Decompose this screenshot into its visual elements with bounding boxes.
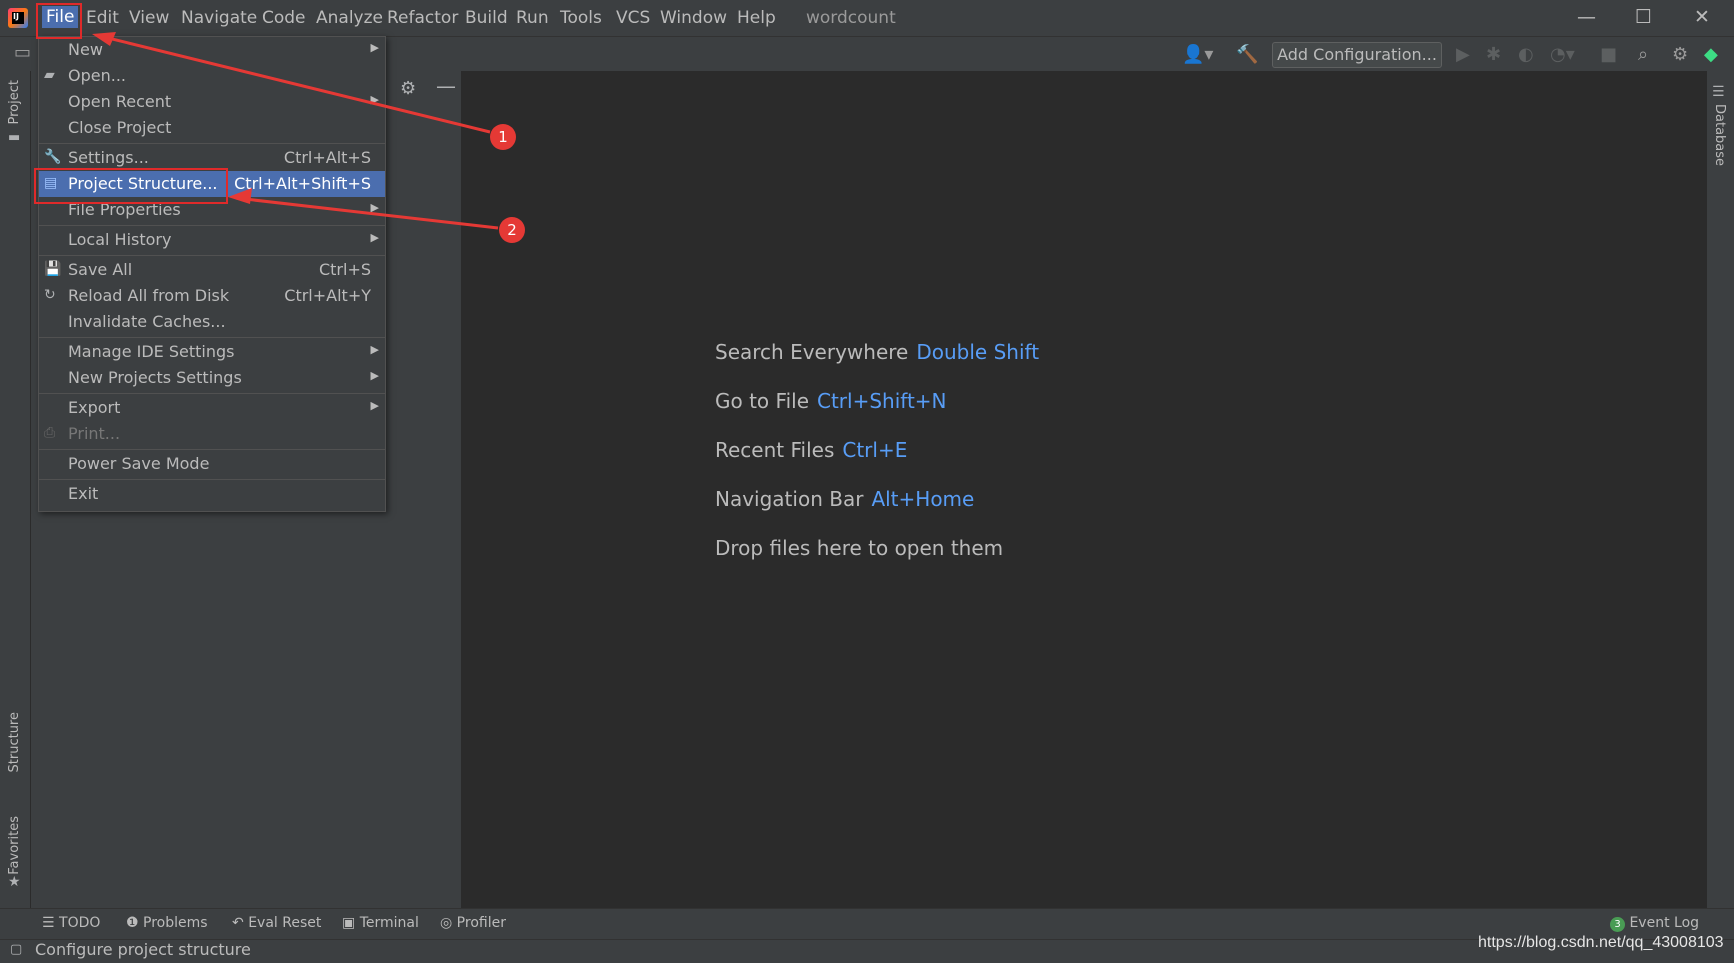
annotation-badge-1: 1 — [490, 124, 516, 150]
annotation-badge-2: 2 — [499, 217, 525, 243]
app-icon-text: IJ — [13, 12, 19, 21]
annotation-arrows — [92, 32, 499, 230]
